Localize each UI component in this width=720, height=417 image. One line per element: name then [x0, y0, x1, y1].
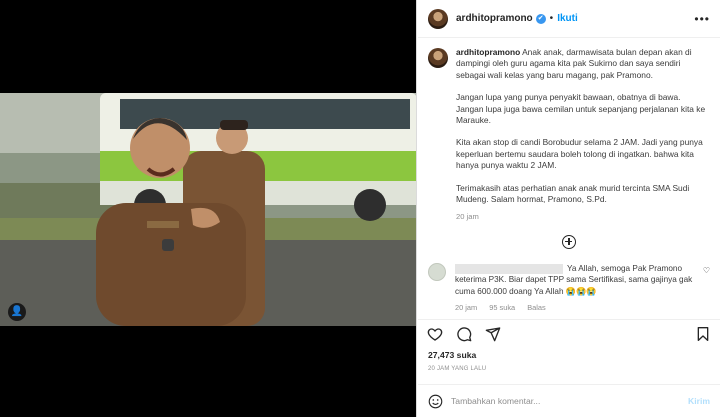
verified-badge-icon: ✔ [535, 13, 546, 24]
caption-paragraph: Terimakasih atas perhatian anak anak mur… [456, 182, 690, 205]
comment-input[interactable] [451, 396, 689, 406]
action-bar [418, 322, 720, 346]
post-photo[interactable] [0, 93, 416, 326]
separator-dot: • [549, 13, 554, 24]
caption-avatar[interactable] [428, 48, 448, 68]
caption-username[interactable]: ardhitopramono [456, 47, 520, 57]
post-media[interactable]: 👤 [0, 0, 417, 417]
likes-count[interactable]: 27,473 suka [428, 350, 476, 360]
comment-meta: 20 jam 95 suka Balas [455, 302, 703, 314]
caption-paragraph: Kita akan stop di candi Borobudur selama… [456, 137, 703, 171]
reply-button[interactable]: Balas [527, 303, 546, 312]
save-icon[interactable] [695, 326, 711, 342]
more-options-icon[interactable]: ••• [694, 12, 710, 26]
list-item: Ya Allah, semoga Pak Pramono keterima P3… [428, 262, 710, 313]
post-header: ardhitopramono ✔ • Ikuti ••• [418, 0, 720, 38]
avatar[interactable] [428, 8, 448, 29]
comment-icon[interactable] [456, 326, 472, 342]
caption-paragraph: ardhitopramono Anak anak, darmawisata bu… [456, 47, 692, 80]
redacted-username[interactable] [455, 263, 563, 274]
comment-avatar[interactable] [428, 262, 446, 281]
post-side-panel: ardhitopramono ✔ • Ikuti ••• ardhitopram… [418, 0, 720, 417]
caption-time[interactable]: 20 jam [456, 211, 710, 222]
tag-user-icon[interactable]: 👤 [8, 303, 26, 321]
post-caption: ardhitopramono Anak anak, darmawisata bu… [428, 47, 710, 223]
comment-composer: Kirim [418, 384, 720, 417]
emoji-icon[interactable] [428, 394, 443, 409]
comment-body: Ya Allah, semoga Pak Pramono keterima P3… [455, 263, 703, 313]
add-comments-icon[interactable] [562, 234, 576, 249]
caption-paragraph: Jangan lupa yang punya penyakit bawaan, … [456, 92, 706, 126]
username[interactable]: ardhitopramono [456, 13, 533, 24]
comments-section[interactable]: ardhitopramono Anak anak, darmawisata bu… [418, 39, 720, 320]
comment-likes[interactable]: 95 suka [489, 303, 515, 312]
caption-body: ardhitopramono Anak anak, darmawisata bu… [456, 47, 710, 223]
post-timestamp[interactable]: 20 JAM YANG LALU [428, 366, 486, 372]
photo-illustration [0, 93, 416, 326]
comment-time[interactable]: 20 jam [455, 303, 477, 312]
comment-heart-icon[interactable]: ♡ [703, 266, 710, 275]
post-comment-button[interactable]: Kirim [688, 396, 710, 406]
heart-icon[interactable] [427, 326, 443, 342]
share-icon[interactable] [485, 326, 501, 342]
follow-button[interactable]: Ikuti [557, 13, 578, 24]
